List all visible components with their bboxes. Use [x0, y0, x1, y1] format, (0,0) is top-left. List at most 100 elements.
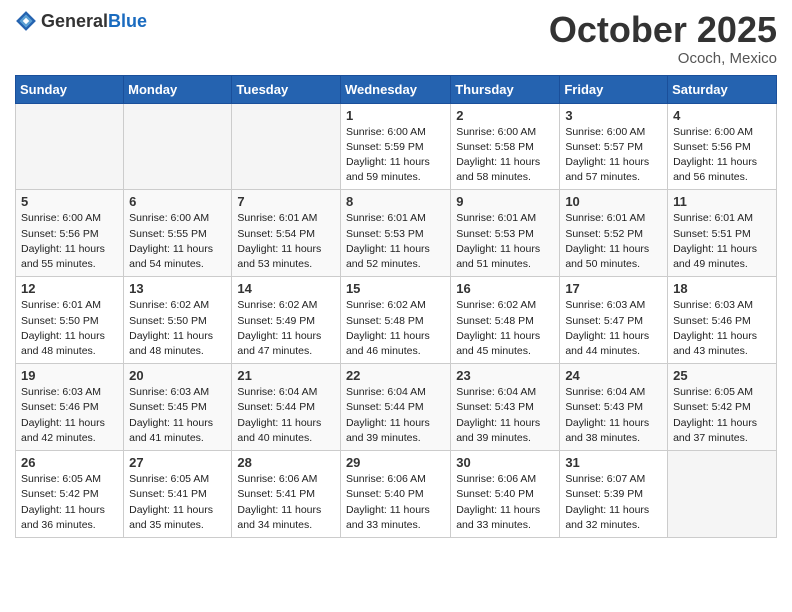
day-info: Sunrise: 6:06 AM Sunset: 5:40 PM Dayligh…	[456, 472, 554, 533]
day-info: Sunrise: 6:05 AM Sunset: 5:42 PM Dayligh…	[673, 385, 771, 446]
calendar-cell	[668, 451, 777, 538]
logo: GeneralBlue	[15, 10, 147, 32]
day-number: 16	[456, 281, 554, 296]
calendar-cell: 11 Sunrise: 6:01 AM Sunset: 5:51 PM Dayli…	[668, 190, 777, 277]
calendar-cell: 26 Sunrise: 6:05 AM Sunset: 5:42 PM Dayli…	[16, 451, 124, 538]
calendar-week-row: 5Sunrise: 6:00 AM Sunset: 5:56 PM Daylig…	[16, 190, 777, 277]
logo-icon	[15, 10, 37, 32]
day-number: 27	[129, 455, 226, 470]
day-number: 6	[129, 194, 226, 209]
day-info: Sunrise: 6:02 AM Sunset: 5:50 PM Dayligh…	[129, 298, 226, 359]
day-info: Sunrise: 6:02 AM Sunset: 5:48 PM Dayligh…	[456, 298, 554, 359]
day-number: 24	[565, 368, 662, 383]
day-info: Sunrise: 6:04 AM Sunset: 5:43 PM Dayligh…	[565, 385, 662, 446]
day-info: Sunrise: 6:00 AM Sunset: 5:56 PM Dayligh…	[673, 125, 771, 186]
calendar-cell: 8Sunrise: 6:01 AM Sunset: 5:53 PM Daylig…	[340, 190, 450, 277]
day-number: 25	[673, 368, 771, 383]
day-number: 22	[346, 368, 445, 383]
day-number: 17	[565, 281, 662, 296]
day-number: 2	[456, 108, 554, 123]
day-number: 9	[456, 194, 554, 209]
calendar-cell: 4 Sunrise: 6:00 AM Sunset: 5:56 PM Daylig…	[668, 103, 777, 190]
calendar-cell	[232, 103, 341, 190]
day-number: 30	[456, 455, 554, 470]
calendar-cell: 6 Sunrise: 6:00 AM Sunset: 5:55 PM Daylig…	[124, 190, 232, 277]
day-number: 26	[21, 455, 118, 470]
calendar-cell	[124, 103, 232, 190]
calendar-cell: 10Sunrise: 6:01 AM Sunset: 5:52 PM Dayli…	[560, 190, 668, 277]
day-info: Sunrise: 6:04 AM Sunset: 5:44 PM Dayligh…	[346, 385, 445, 446]
day-number: 23	[456, 368, 554, 383]
calendar-cell: 5Sunrise: 6:00 AM Sunset: 5:56 PM Daylig…	[16, 190, 124, 277]
day-info: Sunrise: 6:06 AM Sunset: 5:40 PM Dayligh…	[346, 472, 445, 533]
day-info: Sunrise: 6:02 AM Sunset: 5:48 PM Dayligh…	[346, 298, 445, 359]
page-container: GeneralBlue October 2025 Ococh, Mexico S…	[0, 0, 792, 548]
weekday-header: Sunday	[16, 75, 124, 103]
calendar-cell: 30 Sunrise: 6:06 AM Sunset: 5:40 PM Dayli…	[451, 451, 560, 538]
calendar-week-row: 19Sunrise: 6:03 AM Sunset: 5:46 PM Dayli…	[16, 364, 777, 451]
calendar-cell: 20Sunrise: 6:03 AM Sunset: 5:45 PM Dayli…	[124, 364, 232, 451]
day-number: 3	[565, 108, 662, 123]
day-number: 31	[565, 455, 662, 470]
day-info: Sunrise: 6:00 AM Sunset: 5:56 PM Dayligh…	[21, 211, 118, 272]
calendar-cell	[16, 103, 124, 190]
day-info: Sunrise: 6:01 AM Sunset: 5:51 PM Dayligh…	[673, 211, 771, 272]
weekday-header: Tuesday	[232, 75, 341, 103]
calendar-table: SundayMondayTuesdayWednesdayThursdayFrid…	[15, 75, 777, 538]
weekday-header: Wednesday	[340, 75, 450, 103]
day-info: Sunrise: 6:00 AM Sunset: 5:58 PM Dayligh…	[456, 125, 554, 186]
day-number: 29	[346, 455, 445, 470]
logo-text-blue: Blue	[108, 12, 147, 30]
day-number: 15	[346, 281, 445, 296]
calendar-cell: 29 Sunrise: 6:06 AM Sunset: 5:40 PM Dayli…	[340, 451, 450, 538]
day-info: Sunrise: 6:01 AM Sunset: 5:53 PM Dayligh…	[456, 211, 554, 272]
calendar-cell: 31 Sunrise: 6:07 AM Sunset: 5:39 PM Dayli…	[560, 451, 668, 538]
day-number: 1	[346, 108, 445, 123]
header: GeneralBlue October 2025 Ococh, Mexico	[15, 10, 777, 67]
day-number: 8	[346, 194, 445, 209]
calendar-cell: 18 Sunrise: 6:03 AM Sunset: 5:46 PM Dayli…	[668, 277, 777, 364]
day-number: 19	[21, 368, 118, 383]
calendar-cell: 19Sunrise: 6:03 AM Sunset: 5:46 PM Dayli…	[16, 364, 124, 451]
day-number: 12	[21, 281, 118, 296]
day-info: Sunrise: 6:04 AM Sunset: 5:43 PM Dayligh…	[456, 385, 554, 446]
day-info: Sunrise: 6:01 AM Sunset: 5:52 PM Dayligh…	[565, 211, 662, 272]
day-info: Sunrise: 6:05 AM Sunset: 5:42 PM Dayligh…	[21, 472, 118, 533]
day-info: Sunrise: 6:00 AM Sunset: 5:55 PM Dayligh…	[129, 211, 226, 272]
weekday-header: Monday	[124, 75, 232, 103]
logo-text-general: General	[41, 12, 108, 30]
calendar-cell: 22 Sunrise: 6:04 AM Sunset: 5:44 PM Dayli…	[340, 364, 450, 451]
day-info: Sunrise: 6:03 AM Sunset: 5:47 PM Dayligh…	[565, 298, 662, 359]
day-info: Sunrise: 6:05 AM Sunset: 5:41 PM Dayligh…	[129, 472, 226, 533]
day-number: 4	[673, 108, 771, 123]
day-number: 7	[237, 194, 335, 209]
day-info: Sunrise: 6:00 AM Sunset: 5:57 PM Dayligh…	[565, 125, 662, 186]
calendar-cell: 1Sunrise: 6:00 AM Sunset: 5:59 PM Daylig…	[340, 103, 450, 190]
day-info: Sunrise: 6:01 AM Sunset: 5:50 PM Dayligh…	[21, 298, 118, 359]
day-info: Sunrise: 6:06 AM Sunset: 5:41 PM Dayligh…	[237, 472, 335, 533]
location-subtitle: Ococh, Mexico	[549, 50, 777, 67]
calendar-cell: 12 Sunrise: 6:01 AM Sunset: 5:50 PM Dayli…	[16, 277, 124, 364]
day-info: Sunrise: 6:07 AM Sunset: 5:39 PM Dayligh…	[565, 472, 662, 533]
calendar-cell: 14 Sunrise: 6:02 AM Sunset: 5:49 PM Dayli…	[232, 277, 341, 364]
day-info: Sunrise: 6:04 AM Sunset: 5:44 PM Dayligh…	[237, 385, 335, 446]
calendar-cell: 28 Sunrise: 6:06 AM Sunset: 5:41 PM Dayli…	[232, 451, 341, 538]
day-number: 18	[673, 281, 771, 296]
calendar-cell: 3 Sunrise: 6:00 AM Sunset: 5:57 PM Daylig…	[560, 103, 668, 190]
day-number: 28	[237, 455, 335, 470]
day-number: 13	[129, 281, 226, 296]
day-number: 11	[673, 194, 771, 209]
day-info: Sunrise: 6:02 AM Sunset: 5:49 PM Dayligh…	[237, 298, 335, 359]
calendar-cell: 9 Sunrise: 6:01 AM Sunset: 5:53 PM Daylig…	[451, 190, 560, 277]
calendar-week-row: 1Sunrise: 6:00 AM Sunset: 5:59 PM Daylig…	[16, 103, 777, 190]
day-number: 14	[237, 281, 335, 296]
calendar-cell: 23 Sunrise: 6:04 AM Sunset: 5:43 PM Dayli…	[451, 364, 560, 451]
calendar-cell: 21Sunrise: 6:04 AM Sunset: 5:44 PM Dayli…	[232, 364, 341, 451]
calendar-cell: 24 Sunrise: 6:04 AM Sunset: 5:43 PM Dayli…	[560, 364, 668, 451]
calendar-cell: 13 Sunrise: 6:02 AM Sunset: 5:50 PM Dayli…	[124, 277, 232, 364]
title-block: October 2025 Ococh, Mexico	[549, 10, 777, 67]
day-info: Sunrise: 6:03 AM Sunset: 5:46 PM Dayligh…	[673, 298, 771, 359]
day-number: 20	[129, 368, 226, 383]
calendar-cell: 15 Sunrise: 6:02 AM Sunset: 5:48 PM Dayli…	[340, 277, 450, 364]
calendar-cell: 7Sunrise: 6:01 AM Sunset: 5:54 PM Daylig…	[232, 190, 341, 277]
